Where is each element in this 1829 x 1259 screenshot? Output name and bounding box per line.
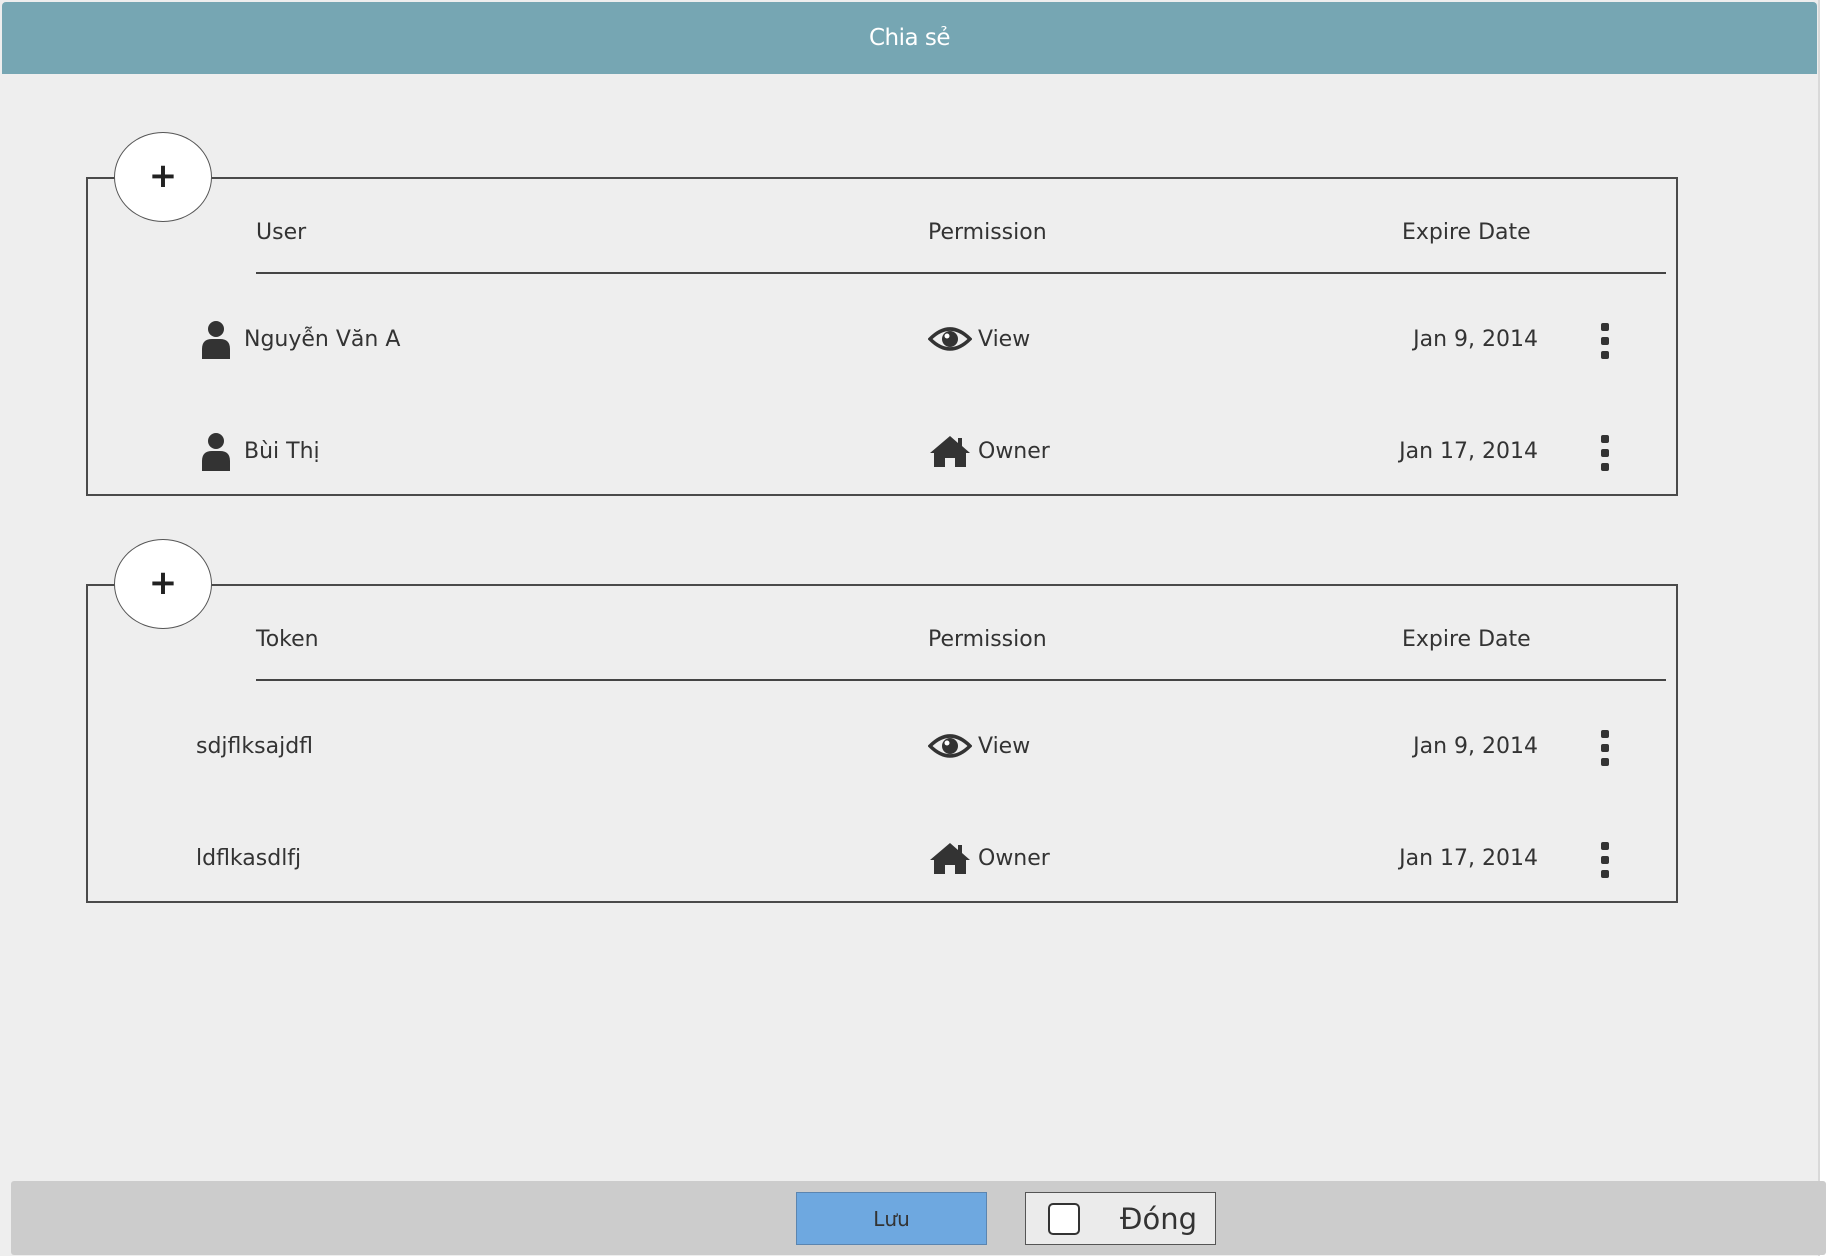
checkbox-icon — [1048, 1202, 1080, 1235]
column-header-user: User — [256, 220, 307, 245]
eye-icon — [928, 327, 972, 351]
plus-icon: + — [148, 563, 178, 603]
user-name: Bùi Thị — [244, 438, 320, 464]
plus-icon: + — [148, 156, 178, 196]
column-header-permission: Permission — [928, 220, 1047, 245]
header-divider — [256, 679, 1666, 681]
add-user-button[interactable]: + — [114, 132, 212, 222]
permission-label: View — [978, 733, 1031, 759]
expire-date: Jan 9, 2014 — [1413, 733, 1538, 759]
home-icon — [930, 436, 970, 467]
header-divider — [256, 272, 1666, 274]
column-header-permission: Permission — [928, 627, 1047, 652]
row-menu-button[interactable] — [1590, 838, 1620, 882]
close-button-label: Đóng — [1120, 1201, 1198, 1236]
row-menu-button[interactable] — [1590, 319, 1620, 363]
row-menu-button[interactable] — [1590, 431, 1620, 475]
permission-label: Owner — [978, 438, 1050, 464]
close-button[interactable]: Đóng — [1025, 1192, 1216, 1245]
save-button[interactable]: Lưu — [796, 1192, 987, 1245]
more-vertical-icon — [1601, 435, 1609, 471]
token-value: sdjflksajdfl — [196, 733, 314, 759]
eye-icon — [928, 734, 972, 758]
user-icon — [202, 321, 230, 359]
tokens-panel: + Token Permission Expire Date sdjflksaj… — [86, 539, 1678, 903]
column-header-token: Token — [256, 627, 319, 652]
expire-date: Jan 17, 2014 — [1399, 845, 1538, 871]
add-token-button[interactable]: + — [114, 539, 212, 629]
table-row: Bùi Thị Owner Jan 17, 2014 — [88, 421, 1676, 481]
expire-date: Jan 9, 2014 — [1413, 326, 1538, 352]
permission-label: View — [978, 326, 1031, 352]
more-vertical-icon — [1601, 730, 1609, 766]
column-header-expire-date: Expire Date — [1402, 627, 1531, 652]
more-vertical-icon — [1601, 842, 1609, 878]
expire-date: Jan 17, 2014 — [1399, 438, 1538, 464]
user-icon — [202, 433, 230, 471]
dialog-title: Chia sẻ — [2, 2, 1817, 74]
user-name: Nguyễn Văn A — [244, 326, 401, 352]
users-panel: + User Permission Expire Date Nguyễn Văn… — [86, 132, 1678, 496]
home-icon — [930, 843, 970, 874]
row-menu-button[interactable] — [1590, 726, 1620, 770]
token-value: ldflkasdlfj — [196, 845, 302, 871]
table-row: ldflkasdlfj Owner Jan 17, 2014 — [88, 828, 1676, 888]
permission-label: Owner — [978, 845, 1050, 871]
dialog-footer: Lưu Đóng — [11, 1181, 1826, 1255]
more-vertical-icon — [1601, 323, 1609, 359]
table-row: Nguyễn Văn A View Jan 9, 2014 — [88, 309, 1676, 369]
table-row: sdjflksajdfl View Jan 9, 2014 — [88, 716, 1676, 776]
column-header-expire-date: Expire Date — [1402, 220, 1531, 245]
share-dialog: Chia sẻ + User Permission Expire Date Ng… — [0, 0, 1826, 1256]
